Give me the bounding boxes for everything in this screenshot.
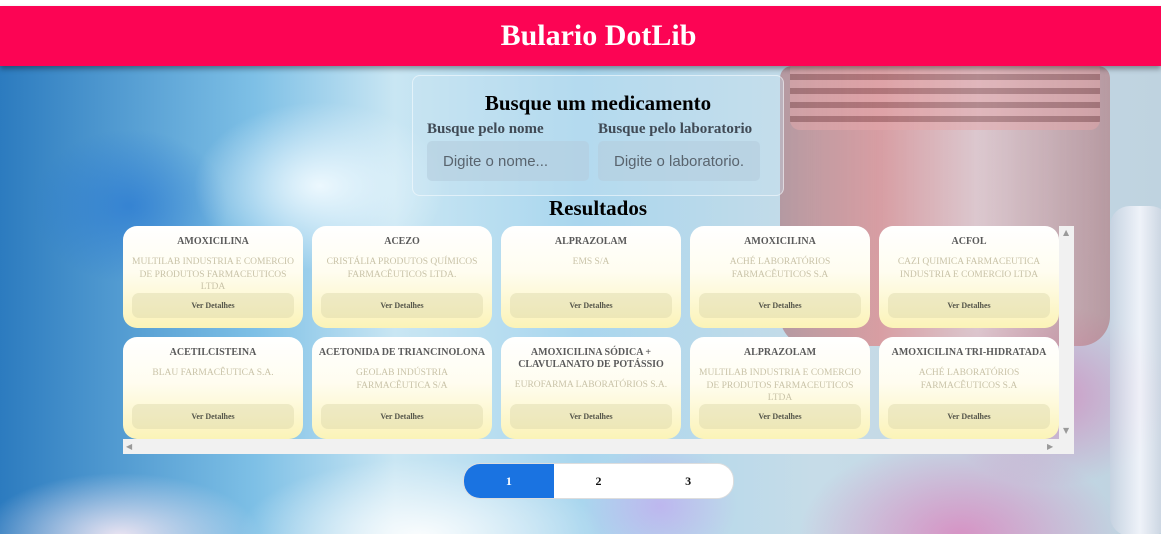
- results-container: AMOXICILINA MULTILAB INDUSTRIA E COMERCIO…: [123, 226, 1074, 454]
- vertical-scrollbar[interactable]: ▲ ▼: [1059, 226, 1074, 439]
- name-search-label: Busque pelo nome: [427, 121, 544, 137]
- medicine-name: ACFOL: [951, 236, 987, 247]
- medicine-name: ACEZO: [384, 236, 420, 247]
- medicine-card: ALPRAZOLAM EMS S/A Ver Detalhes: [501, 226, 681, 328]
- medicine-name: AMOXICILINA: [177, 236, 249, 247]
- laboratory-name: MULTILAB INDUSTRIA E COMERCIO DE PRODUTO…: [132, 257, 294, 292]
- details-button[interactable]: Ver Detalhes: [321, 404, 483, 429]
- medicine-card: AMOXICILINA MULTILAB INDUSTRIA E COMERCIO…: [123, 226, 303, 328]
- app-title: Bulario DotLib: [500, 19, 697, 52]
- details-button[interactable]: Ver Detalhes: [321, 293, 483, 318]
- medicine-card: ACFOL CAZI QUIMICA FARMACEUTICA INDUSTRIA…: [879, 226, 1059, 328]
- details-button[interactable]: Ver Detalhes: [510, 293, 672, 318]
- laboratory-name: BLAU FARMACÊUTICA S.A.: [152, 368, 274, 378]
- jar-illustration-right: [1110, 206, 1161, 534]
- medicine-name: ALPRAZOLAM: [554, 236, 628, 247]
- scroll-left-icon[interactable]: ◀: [126, 443, 132, 451]
- details-button[interactable]: Ver Detalhes: [888, 293, 1050, 318]
- laboratory-name: MULTILAB INDUSTRIA E COMERCIO DE PRODUTO…: [699, 368, 861, 403]
- details-button[interactable]: Ver Detalhes: [132, 404, 294, 429]
- pagination: 123: [463, 463, 734, 499]
- scroll-up-icon[interactable]: ▲: [1063, 229, 1069, 237]
- laboratory-name: ACHÉ LABORATÓRIOS FARMACÊUTICOS S.A: [918, 368, 1020, 391]
- scroll-down-icon[interactable]: ▼: [1063, 427, 1069, 435]
- app-header: Bulario DotLib: [0, 6, 1161, 66]
- laboratory-name: EMS S/A: [572, 257, 610, 267]
- page-button[interactable]: 1: [464, 464, 554, 498]
- laboratory-name: ACHÉ LABORATÓRIOS FARMACÊUTICOS S.A: [729, 257, 831, 280]
- medicine-name: AMOXICILINA: [744, 236, 816, 247]
- scrollbar-corner: [1059, 439, 1074, 454]
- name-search-input[interactable]: [427, 141, 589, 181]
- details-button[interactable]: Ver Detalhes: [699, 404, 861, 429]
- horizontal-scrollbar[interactable]: ◀ ▶: [123, 439, 1059, 454]
- laboratory-name: EUROFARMA LABORATÓRIOS S.A.: [514, 380, 668, 390]
- search-panel: Busque um medicamento Busque pelo nome B…: [412, 75, 784, 196]
- medicine-card: ACETILCISTEINA BLAU FARMACÊUTICA S.A. Ver …: [123, 337, 303, 439]
- medicine-name: ACETONIDA DE TRIANCINOLONA: [318, 347, 486, 358]
- laboratory-name: CRISTÁLIA PRODUTOS QUÍMICOS FARMACÊUTICO…: [326, 257, 478, 280]
- details-button[interactable]: Ver Detalhes: [699, 293, 861, 318]
- medicine-card: AMOXICILINA TRI-HIDRATADA ACHÉ LABORATÓRI…: [879, 337, 1059, 439]
- results-grid: AMOXICILINA MULTILAB INDUSTRIA E COMERCIO…: [123, 226, 1059, 439]
- medicine-name: ALPRAZOLAM: [743, 347, 817, 358]
- page-button[interactable]: 2: [553, 464, 644, 498]
- search-heading: Busque um medicamento: [484, 91, 712, 115]
- results-viewport: AMOXICILINA MULTILAB INDUSTRIA E COMERCIO…: [123, 226, 1059, 439]
- medicine-name: AMOXICILINA TRI-HIDRATADA: [891, 347, 1047, 358]
- details-button[interactable]: Ver Detalhes: [510, 404, 672, 429]
- medicine-card: AMOXICILINA ACHÉ LABORATÓRIOS FARMACÊUTIC…: [690, 226, 870, 328]
- medicine-card: ALPRAZOLAM MULTILAB INDUSTRIA E COMERCIO …: [690, 337, 870, 439]
- results-title: Resultados: [548, 196, 648, 220]
- laboratory-name: CAZI QUIMICA FARMACEUTICA INDUSTRIA E CO…: [897, 257, 1041, 280]
- medicine-name: ACETILCISTEINA: [169, 347, 257, 358]
- page-button[interactable]: 3: [643, 464, 733, 498]
- medicine-card: ACETONIDA DE TRIANCINOLONA GEOLAB INDÚSTR…: [312, 337, 492, 439]
- medicine-card: ACEZO CRISTÁLIA PRODUTOS QUÍMICOS FARMACÊ…: [312, 226, 492, 328]
- scroll-right-icon[interactable]: ▶: [1047, 443, 1053, 451]
- laboratory-name: GEOLAB INDÚSTRIA FARMACÊUTICA S/A: [355, 368, 449, 391]
- details-button[interactable]: Ver Detalhes: [888, 404, 1050, 429]
- lab-search-input[interactable]: [598, 141, 760, 181]
- details-button[interactable]: Ver Detalhes: [132, 293, 294, 318]
- medicine-card: AMOXICILINA SÓDICA + CLAVULANATO DE POTÁ…: [501, 337, 681, 439]
- lab-search-label: Busque pelo laboratorio: [598, 121, 753, 137]
- medicine-name: AMOXICILINA SÓDICA + CLAVULANATO DE POTÁ…: [518, 347, 664, 370]
